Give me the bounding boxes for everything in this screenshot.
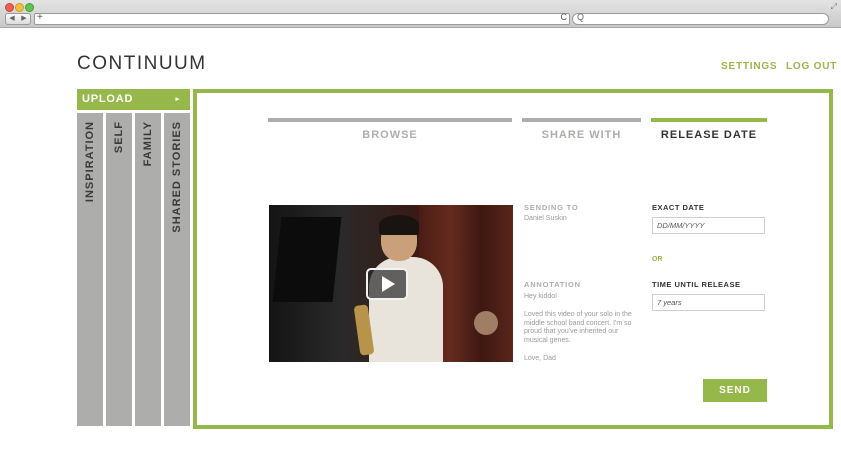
send-button[interactable]: SEND bbox=[703, 379, 767, 402]
browser-search-input[interactable]: Q bbox=[572, 12, 829, 25]
sidebar-tab-label: INSPIRATION bbox=[84, 121, 96, 203]
arrow-right-icon: ▸ bbox=[175, 96, 180, 103]
video-frame-music-stand bbox=[272, 217, 342, 302]
time-until-release-label: TIME UNTIL RELEASE bbox=[652, 280, 741, 289]
sidebar-tab-inspiration[interactable]: INSPIRATION bbox=[77, 113, 103, 426]
annotation-signoff: Love, Dad bbox=[524, 355, 556, 362]
sending-to-value: Daniel Suskin bbox=[524, 215, 567, 222]
zoom-window-button[interactable] bbox=[25, 3, 34, 12]
sending-to-label: SENDING TO bbox=[524, 203, 579, 212]
video-frame-boy-hair bbox=[379, 215, 419, 235]
sidebar-tab-label: FAMILY bbox=[142, 121, 154, 167]
nav-buttons: ◀ ▶ bbox=[5, 13, 31, 25]
app-logo[interactable]: CONTINUUM bbox=[77, 53, 207, 75]
close-window-button[interactable] bbox=[5, 3, 14, 12]
upload-label: UPLOAD bbox=[82, 93, 134, 105]
exact-date-label: EXACT DATE bbox=[652, 203, 705, 212]
reload-icon[interactable]: C bbox=[561, 12, 568, 22]
main-panel: BROWSE SHARE WITH RELEASE DATE SENDING T… bbox=[193, 89, 833, 429]
annotation-greeting: Hey kiddo! bbox=[524, 293, 558, 300]
or-separator: OR bbox=[652, 256, 663, 263]
back-button[interactable]: ◀ bbox=[6, 14, 18, 24]
add-bookmark-icon[interactable]: + bbox=[37, 12, 43, 23]
settings-link[interactable]: SETTINGS bbox=[721, 61, 777, 72]
step-release-date[interactable]: RELEASE DATE bbox=[651, 129, 767, 141]
video-frame-person bbox=[474, 311, 498, 335]
annotation-body: Loved this video of your solo in the mid… bbox=[524, 311, 632, 344]
fullscreen-icon[interactable]: ⤢ bbox=[831, 2, 837, 12]
step-bar-browse bbox=[268, 118, 512, 122]
sidebar-tab-shared-stories[interactable]: SHARED STORIES bbox=[164, 113, 190, 426]
step-bar-release-date bbox=[651, 118, 767, 122]
exact-date-input[interactable] bbox=[652, 217, 765, 234]
time-until-release-input[interactable] bbox=[652, 294, 765, 311]
step-browse[interactable]: BROWSE bbox=[268, 129, 512, 141]
annotation-label: ANNOTATION bbox=[524, 280, 581, 289]
step-bar-share-with bbox=[522, 118, 641, 122]
sidebar-tab-self[interactable]: SELF bbox=[106, 113, 132, 426]
video-thumbnail[interactable] bbox=[269, 205, 513, 362]
address-bar[interactable]: + C bbox=[34, 12, 570, 25]
play-icon[interactable] bbox=[366, 268, 408, 300]
forward-button[interactable]: ▶ bbox=[18, 14, 30, 24]
upload-button[interactable]: UPLOAD ▸ bbox=[77, 89, 190, 110]
sidebar-tab-label: SHARED STORIES bbox=[171, 121, 183, 233]
sidebar-tab-label: SELF bbox=[113, 121, 125, 154]
logout-link[interactable]: LOG OUT bbox=[786, 61, 837, 72]
sidebar-tab-family[interactable]: FAMILY bbox=[135, 113, 161, 426]
step-share-with[interactable]: SHARE WITH bbox=[522, 129, 641, 141]
minimize-window-button[interactable] bbox=[15, 3, 24, 12]
search-icon: Q bbox=[577, 12, 585, 22]
browser-chrome: ◀ ▶ + C Q ⤢ bbox=[0, 0, 841, 28]
